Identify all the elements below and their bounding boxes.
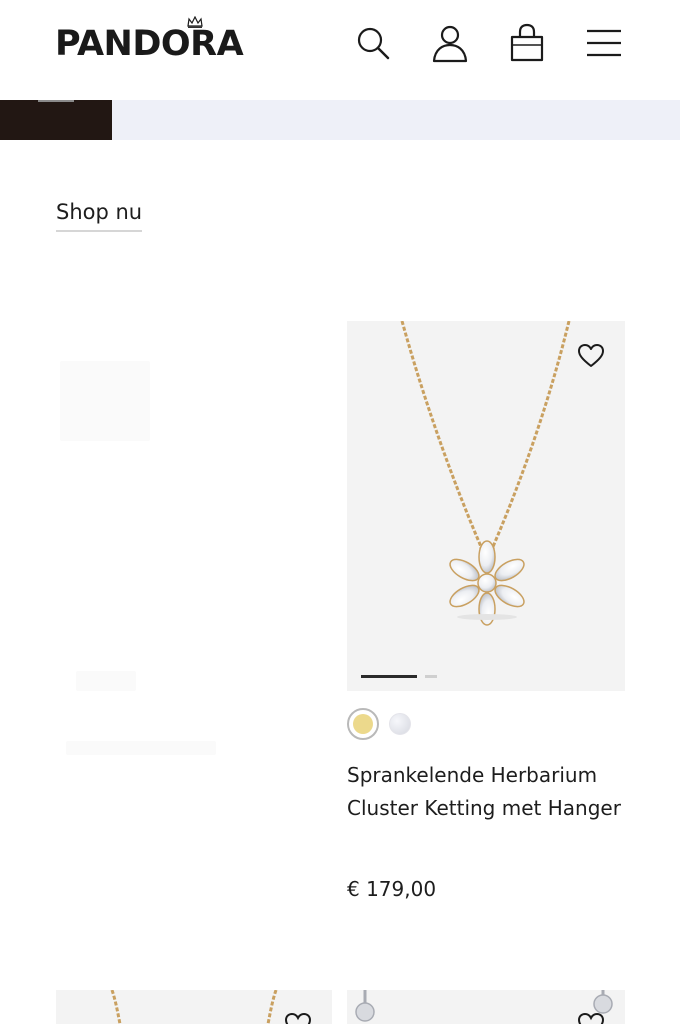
swatch-gold[interactable] <box>347 708 379 740</box>
product-image[interactable] <box>347 321 625 691</box>
banner-image <box>0 100 112 140</box>
swatch-silver[interactable] <box>389 713 411 735</box>
heart-icon <box>578 344 604 367</box>
product-card-next[interactable] <box>347 990 625 1024</box>
heart-icon <box>577 1012 605 1024</box>
heart-icon <box>284 1012 312 1024</box>
logo-text: PANDORA <box>55 24 244 64</box>
shopping-bag-button[interactable] <box>506 22 548 64</box>
pandora-logo[interactable]: PANDORA <box>55 16 244 66</box>
product-card-next[interactable] <box>56 990 332 1024</box>
product-card-placeholder <box>56 321 332 921</box>
wishlist-button[interactable] <box>577 343 607 371</box>
account-icon <box>432 25 468 63</box>
color-swatches <box>347 708 467 740</box>
search-icon <box>357 27 390 60</box>
site-header: PANDORA <box>0 0 680 100</box>
banner-divider <box>38 100 74 102</box>
shop-now-link[interactable]: Shop nu <box>56 200 143 232</box>
carousel-dot[interactable] <box>425 675 437 678</box>
wishlist-button[interactable] <box>284 1012 314 1024</box>
carousel-dot-active[interactable] <box>361 675 417 678</box>
image-carousel-indicator <box>361 675 461 679</box>
product-card[interactable]: Sprankelende Herbarium Cluster Ketting m… <box>347 321 625 901</box>
product-name[interactable]: Sprankelende Herbarium Cluster Ketting m… <box>347 759 627 825</box>
necklace-image <box>400 321 571 626</box>
shopping-bag-icon <box>510 23 544 62</box>
promo-banner-strip[interactable] <box>0 100 680 140</box>
wishlist-button[interactable] <box>577 1012 607 1024</box>
product-price: € 179,00 <box>347 877 437 901</box>
search-button[interactable] <box>352 22 394 64</box>
account-button[interactable] <box>429 22 471 64</box>
menu-button[interactable] <box>583 22 625 64</box>
menu-icon <box>587 29 621 57</box>
crown-icon <box>187 16 203 28</box>
